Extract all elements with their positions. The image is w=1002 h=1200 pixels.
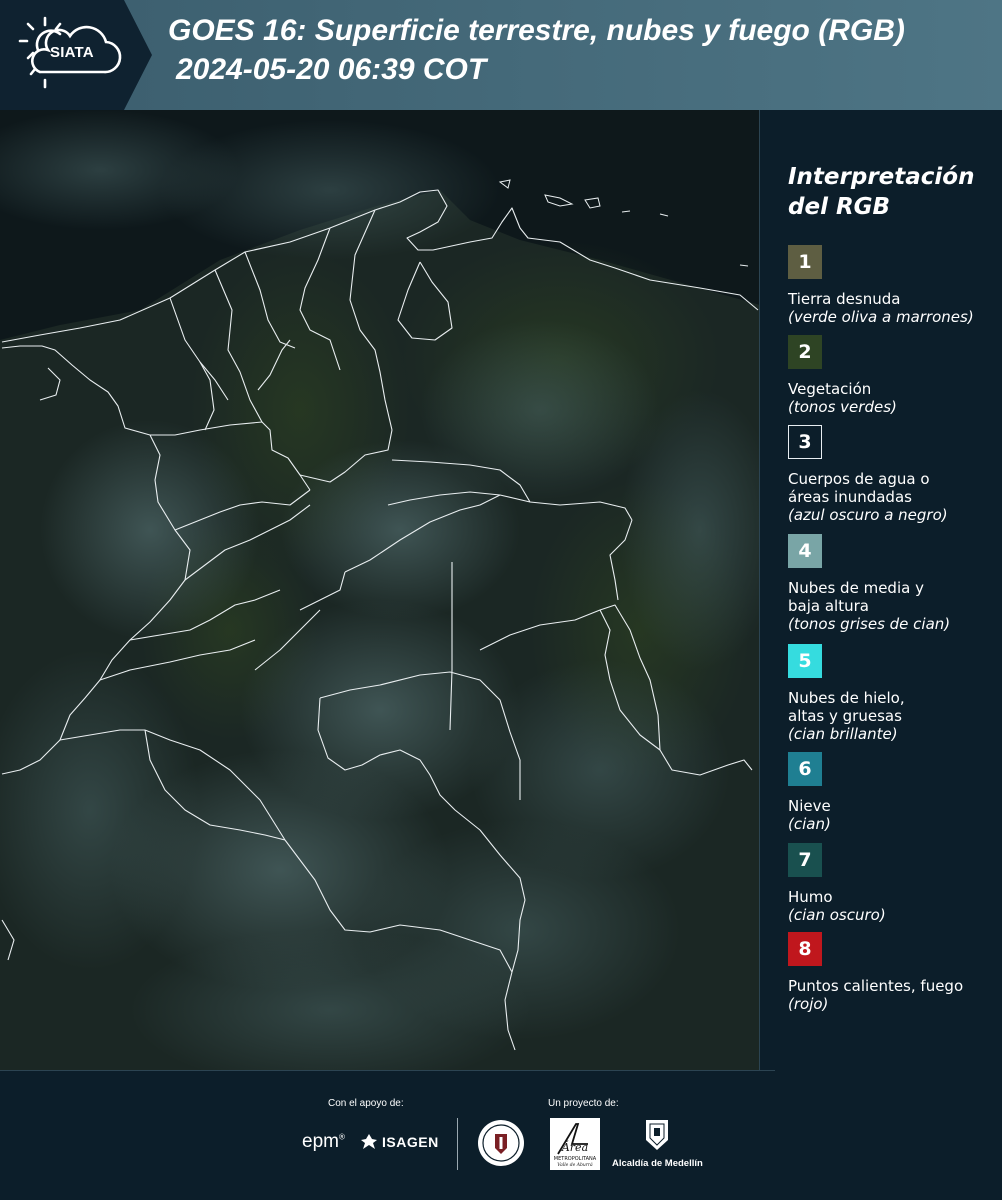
legend-item-water: 3 Cuerpos de agua o áreas inundadas (azu… [788, 425, 998, 524]
epm-logo: epm® [302, 1131, 345, 1152]
legend-item-note: (verde oliva a marrones) [788, 308, 974, 326]
legend-swatch: 6 [788, 752, 822, 786]
legend-item-label: Tierra desnuda [788, 290, 901, 308]
legend-item-snow: 6 Nieve (cian) [788, 752, 998, 833]
legend-item-label: Humo [788, 888, 833, 906]
legend-item-note: (cian brillante) [788, 725, 898, 743]
legend-swatch: 2 [788, 335, 822, 369]
legend-item-smoke: 7 Humo (cian oscuro) [788, 843, 998, 924]
isagen-logo: ISAGEN [360, 1133, 439, 1151]
legend-item-note: (tonos grises de cian) [788, 615, 951, 633]
legend-item-fire: 8 Puntos calientes, fuego (rojo) [788, 932, 998, 1013]
legend-item-label: Cuerpos de agua o áreas inundadas [788, 470, 930, 506]
legend-item-vegetation: 2 Vegetación (tonos verdes) [788, 335, 998, 416]
legend-item-note: (cian) [788, 815, 831, 833]
page-timestamp: 2024-05-20 06:39 COT [176, 53, 487, 86]
legend-item-note: (rojo) [788, 995, 829, 1013]
seal-emblem-icon [478, 1120, 524, 1166]
amva-name: Área [561, 1140, 588, 1154]
legend-item-label: Nubes de hielo, altas y gruesas [788, 689, 905, 725]
legend-swatch: 3 [788, 425, 822, 459]
rgb-legend: Interpretación del RGB 1 Tierra desnuda … [760, 110, 1002, 1070]
siata-logo-text: SIATA [50, 44, 94, 61]
isagen-logo-text: ISAGEN [382, 1134, 439, 1150]
legend-item-low-clouds: 4 Nubes de media y baja altura (tonos gr… [788, 534, 998, 633]
legend-swatch: 8 [788, 932, 822, 966]
footer-vertical-divider [457, 1118, 458, 1170]
page-title: GOES 16: Superficie terrestre, nubes y f… [168, 14, 905, 47]
legend-item-ice-clouds: 5 Nubes de hielo, altas y gruesas (cian … [788, 644, 998, 743]
project-label: Un proyecto de: [548, 1098, 619, 1109]
alcaldia-label: Alcaldía de Medellín [612, 1158, 703, 1169]
legend-item-label: Nubes de media y baja altura [788, 579, 924, 615]
amva-sub: METROPOLITANA [554, 1156, 597, 1162]
footer-divider [0, 1070, 775, 1071]
legend-swatch: 1 [788, 245, 822, 279]
legend-title: Interpretación del RGB [788, 162, 988, 222]
legend-item-label: Puntos calientes, fuego [788, 977, 964, 995]
area-metropolitana-logo: Área METROPOLITANA Valle de Aburrá [550, 1118, 600, 1170]
legend-title-line1: Interpretación [788, 164, 975, 190]
legend-swatch: 4 [788, 534, 822, 568]
legend-item-label: Vegetación [788, 380, 872, 398]
footer: Con el apoyo de: Un proyecto de: epm® IS… [0, 1070, 1002, 1200]
map-canvas [0, 110, 760, 1070]
support-label: Con el apoyo de: [328, 1098, 404, 1109]
legend-swatch: 5 [788, 644, 822, 678]
isagen-mark-icon [361, 1134, 377, 1149]
legend-item-bare-soil: 1 Tierra desnuda (verde oliva a marrones… [788, 245, 998, 326]
legend-item-note: (tonos verdes) [788, 398, 897, 416]
header: SIATA GOES 16: Superficie terrestre, nub… [0, 0, 1002, 110]
legend-item-label: Nieve [788, 797, 831, 815]
legend-item-note: (cian oscuro) [788, 906, 886, 924]
epm-logo-text: epm [302, 1131, 339, 1152]
legend-title-line2: del RGB [788, 194, 891, 220]
satellite-map[interactable] [0, 110, 760, 1070]
amva-tag: Valle de Aburrá [557, 1161, 593, 1168]
legend-swatch: 7 [788, 843, 822, 877]
legend-item-note: (azul oscuro a negro) [788, 506, 948, 524]
